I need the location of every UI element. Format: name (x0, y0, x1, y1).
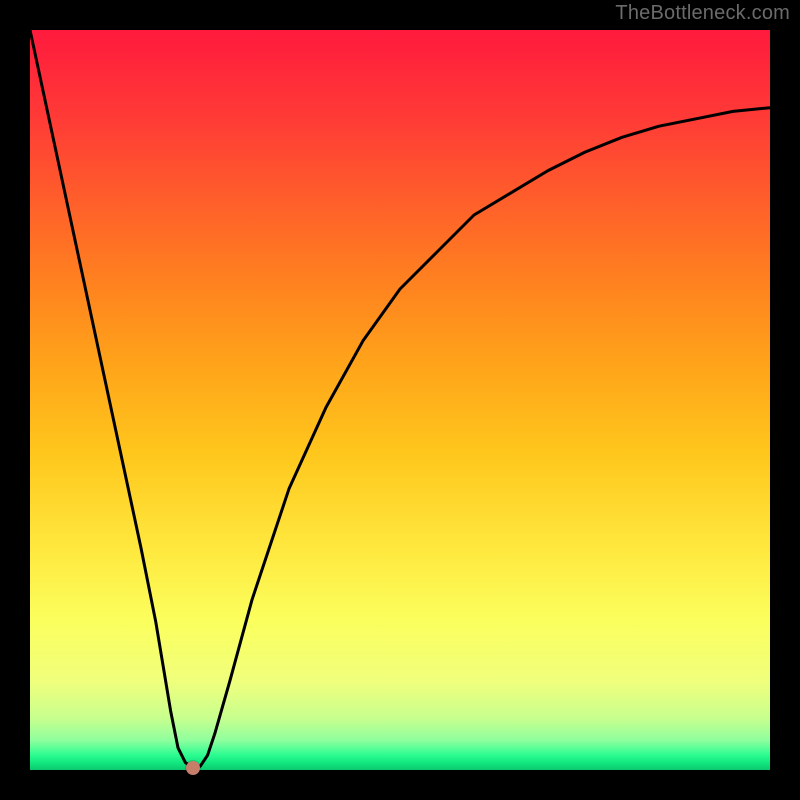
chart-container: TheBottleneck.com (0, 0, 800, 800)
curve-path (30, 30, 770, 768)
bottleneck-marker (186, 761, 200, 775)
curve-svg (30, 30, 770, 770)
plot-area (30, 30, 770, 770)
watermark-text: TheBottleneck.com (615, 2, 790, 25)
